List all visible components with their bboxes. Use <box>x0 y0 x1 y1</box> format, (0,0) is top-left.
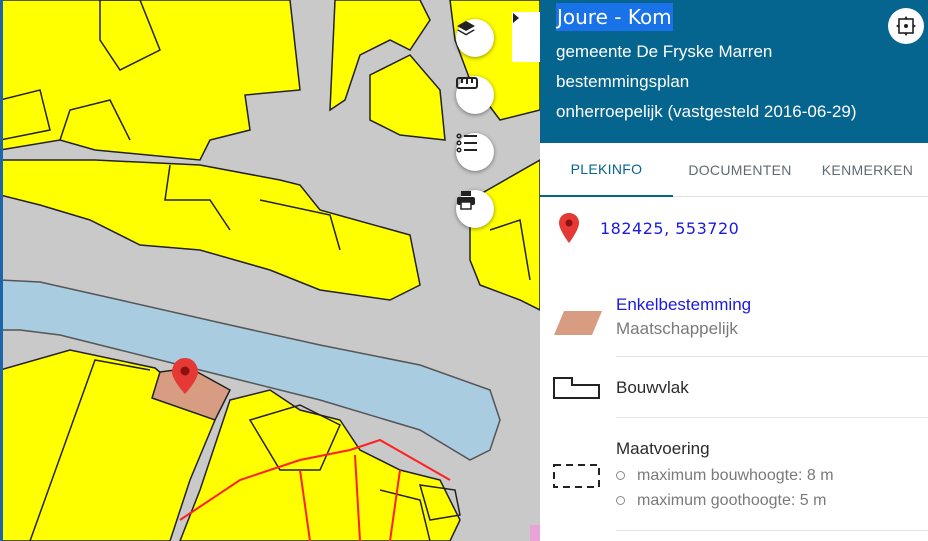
map-edge-strip <box>0 0 3 541</box>
enkelbestemming-swatch-icon <box>554 311 602 335</box>
tab-documenten[interactable]: DOCUMENTEN <box>673 143 807 197</box>
plan-title: Joure - Kom <box>556 3 673 31</box>
tab-plekinfo[interactable]: PLEKINFO <box>540 143 673 197</box>
maatvoering-item: maximum goothoogte: 5 m <box>616 488 834 513</box>
zoom-to-extent-button[interactable] <box>888 8 924 44</box>
plan-type: bestemmingsplan <box>556 72 690 91</box>
plan-header: Joure - Kom gemeente De Fryske Marren be… <box>540 0 928 143</box>
plan-municipality: gemeente De Fryske Marren <box>556 42 773 61</box>
legend-list-icon <box>456 133 477 153</box>
bullet-circle-icon <box>616 471 625 480</box>
panel-tabs: PLEKINFO DOCUMENTEN KENMERKEN <box>540 143 928 197</box>
ruler-icon <box>456 77 478 89</box>
map-pin-icon <box>559 213 579 243</box>
caret-right-icon <box>513 13 519 23</box>
enkelbestemming-value: Maatschappelijk <box>616 319 738 338</box>
map-canvas[interactable] <box>0 0 540 541</box>
maatvoering-item: maximum bouwhoogte: 8 m <box>616 463 834 488</box>
bouwvlak-label: Bouwvlak <box>616 378 689 397</box>
layers-button[interactable] <box>456 19 494 57</box>
info-panel: Joure - Kom gemeente De Fryske Marren be… <box>540 0 928 541</box>
tab-kenmerken[interactable]: KENMERKEN <box>807 143 928 197</box>
zoom-extent-icon <box>896 16 916 36</box>
layers-icon <box>457 21 475 36</box>
bouwvlak-outline-icon <box>553 377 600 399</box>
maatvoering-list: maximum bouwhoogte: 8 m maximum goothoog… <box>616 463 834 513</box>
bullet-circle-icon <box>616 496 625 505</box>
enkelbestemming-link[interactable]: Enkelbestemming <box>616 295 751 315</box>
location-coordinates[interactable]: 182425, 553720 <box>600 219 739 238</box>
maatvoering-dashed-icon <box>553 464 600 488</box>
location-row: 182425, 553720 <box>540 197 928 259</box>
collapse-panel-toggle[interactable] <box>512 12 540 62</box>
measure-button[interactable] <box>456 76 494 114</box>
plot-bottom-right-pink <box>530 525 540 541</box>
print-button[interactable] <box>456 190 494 228</box>
maatvoering-row: Maatvoering maximum bouwhoogte: 8 m maxi… <box>553 418 928 531</box>
legend-button[interactable] <box>456 133 494 171</box>
print-icon <box>457 191 475 210</box>
maatvoering-title: Maatvoering <box>616 439 710 458</box>
plan-status: onherroepelijk (vastgesteld 2016-06-29) <box>556 102 857 121</box>
enkelbestemming-row: Enkelbestemming Maatschappelijk <box>554 259 928 357</box>
bouwvlak-row: Bouwvlak <box>553 357 928 418</box>
